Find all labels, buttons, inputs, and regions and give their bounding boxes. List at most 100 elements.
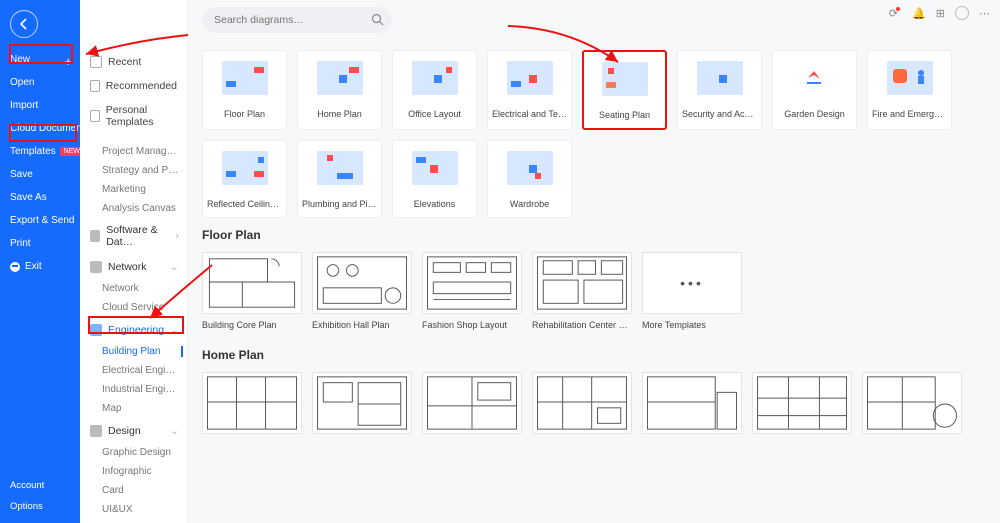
tile-plumbing-piping[interactable]: Plumbing and Piping … [297,140,382,218]
software-icon [90,230,100,242]
plus-icon: + [64,54,72,69]
topbar [188,0,1000,40]
sidebar-sub-strategy[interactable]: Strategy and Planni… [80,161,187,180]
template-row-home-plan [202,372,1000,440]
sidebar-group-engineering[interactable]: Engineering⌄ [80,317,187,342]
tile-label: Office Layout [408,109,461,119]
personal-templates-icon [90,110,100,122]
menu-templates[interactable]: TemplatesNEW [0,140,80,163]
template-label: Rehabilitation Center Floor Pl… [532,320,632,330]
tile-label: Garden Design [784,109,845,119]
section-title-home-plan: Home Plan [202,348,1000,362]
menu-cloud-documents[interactable]: Cloud Documents [0,117,80,140]
main-area: ⟳ 🔔 ⊞ ⋯ Floor Plan Home Plan Office Layo… [188,0,1000,523]
menu-account[interactable]: Account [0,475,80,496]
menu-exit[interactable]: Exit [0,255,80,278]
tile-label: Wardrobe [510,199,549,209]
tile-seating-plan[interactable]: Seating Plan [582,50,667,130]
template-fashion-shop[interactable]: Fashion Shop Layout [422,252,522,330]
sidebar-sub-map[interactable]: Map [80,399,187,418]
tile-office-layout[interactable]: Office Layout [392,50,477,130]
menu-new[interactable]: New + [0,48,80,71]
sidebar-sub-uiux[interactable]: UI&UX [80,500,187,519]
sidebar-sub-graphic-design[interactable]: Graphic Design [80,443,187,462]
sidebar-group-software-label: Software & Dat… [106,224,175,248]
chevron-down-icon: ⌄ [170,323,179,336]
content-scroll[interactable]: Floor Plan Home Plan Office Layout Elect… [188,40,1000,523]
sidebar-group-design[interactable]: Design ⌄ [80,418,187,443]
tile-label: Security and Access Pl… [682,109,757,119]
menu-print[interactable]: Print [0,232,80,255]
tile-home-plan[interactable]: Home Plan [297,50,382,130]
tile-wardrobe[interactable]: Wardrobe [487,140,572,218]
menu-export-send[interactable]: Export & Send [0,209,80,232]
tile-elevations[interactable]: Elevations [392,140,477,218]
menu-save-as[interactable]: Save As [0,186,80,209]
tile-label: Seating Plan [599,110,650,120]
menu-save[interactable]: Save [0,163,80,186]
cloud-sync-icon[interactable]: ⟳ [889,7,902,20]
menu-options[interactable]: Options [0,496,80,517]
tile-label: Electrical and Telecom… [492,109,567,119]
tile-reflected-ceiling[interactable]: Reflected Ceiling Plan [202,140,287,218]
menu-exit-label: Exit [25,261,42,272]
user-icon[interactable] [955,6,969,20]
sidebar-sub-building-plan[interactable]: Building Plan [80,342,187,361]
sidebar-sub-industrial-engineering[interactable]: Industrial Engineeri… [80,380,187,399]
menu-open[interactable]: Open [0,71,80,94]
window-controls: ⟳ 🔔 ⊞ ⋯ [889,6,990,20]
chevron-down-icon: ⌄ [170,424,179,437]
tile-floor-plan[interactable]: Floor Plan [202,50,287,130]
search-input[interactable] [214,14,364,26]
tile-security-access[interactable]: Security and Access Pl… [677,50,762,130]
sidebar-sub-cloud-service[interactable]: Cloud Service [80,298,187,317]
search-icon [371,13,384,29]
sidebar-recommended[interactable]: Recommended [80,74,187,98]
sidebar-sub-project-management[interactable]: Project Management [80,142,187,161]
more-icon[interactable]: ⋯ [979,7,990,20]
tile-garden-design[interactable]: Garden Design [772,50,857,130]
sidebar-group-network[interactable]: Network⌄ [80,254,187,279]
template-label: More Templates [642,320,742,330]
template-home-6[interactable] [752,372,852,440]
tile-label: Home Plan [317,109,362,119]
sidebar-sub-card[interactable]: Card [80,481,187,500]
sidebar-sub-analysis-canvas[interactable]: Analysis Canvas [80,199,187,218]
template-label: Exhibition Hall Plan [312,320,412,330]
back-button[interactable] [10,10,38,38]
more-dots-icon: ••• [680,275,704,291]
sidebar-sub-infographic[interactable]: Infographic [80,462,187,481]
sidebar-sub-network[interactable]: Network [80,279,187,298]
sidebar-group-education[interactable]: Education⌄ [80,519,187,523]
menu-new-label: New [10,54,30,65]
sidebar-group-software[interactable]: Software & Dat…› [80,218,187,254]
template-more-floor-plan[interactable]: ••• More Templates [642,252,742,330]
diagram-type-row-1: Floor Plan Home Plan Office Layout Elect… [202,50,1000,130]
sidebar-sub-electrical-engineering[interactable]: Electrical Engineering [80,361,187,380]
tile-label: Elevations [414,199,456,209]
menu-templates-label: Templates [10,146,56,157]
tile-label: Fire and Emergency Pl… [872,109,947,119]
template-rehabilitation-center[interactable]: Rehabilitation Center Floor Pl… [532,252,632,330]
tile-electrical-telecom[interactable]: Electrical and Telecom… [487,50,572,130]
template-label: Building Core Plan [202,320,302,330]
template-home-5[interactable] [642,372,742,440]
menu-import[interactable]: Import [0,94,80,117]
template-home-2[interactable] [312,372,412,440]
chevron-down-icon: ⌄ [170,260,179,273]
template-home-3[interactable] [422,372,522,440]
template-home-7[interactable] [862,372,962,440]
sidebar-sub-marketing[interactable]: Marketing [80,180,187,199]
search-box[interactable] [202,7,392,33]
template-home-1[interactable] [202,372,302,440]
template-building-core[interactable]: Building Core Plan [202,252,302,330]
template-exhibition-hall[interactable]: Exhibition Hall Plan [312,252,412,330]
sidebar-group-design-label: Design [108,425,141,437]
template-home-4[interactable] [532,372,632,440]
sidebar-personal-templates[interactable]: Personal Templates [80,98,187,134]
grid-icon[interactable]: ⊞ [936,7,945,20]
tile-label: Plumbing and Piping … [302,199,377,209]
bell-icon[interactable]: 🔔 [912,7,926,20]
tile-fire-emergency[interactable]: Fire and Emergency Pl… [867,50,952,130]
sidebar-recent[interactable]: Recent [80,50,187,74]
